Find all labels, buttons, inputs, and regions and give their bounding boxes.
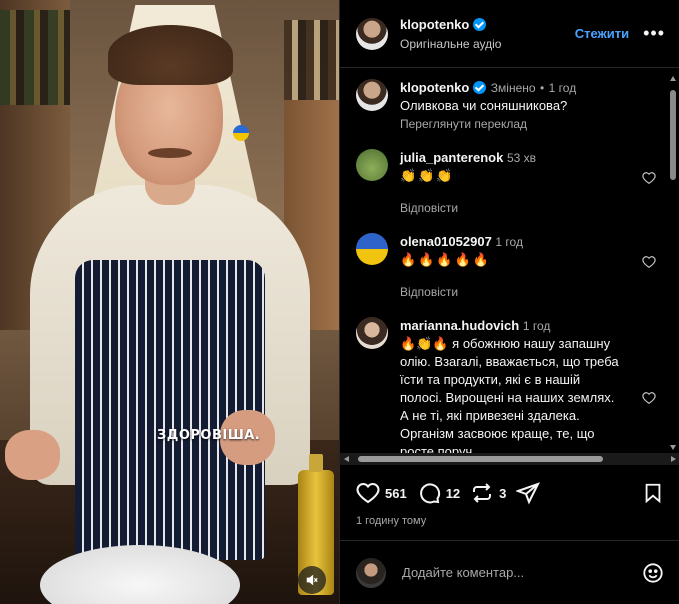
chef-hair bbox=[108, 25, 233, 85]
post-timestamp[interactable]: 1 годину тому bbox=[356, 515, 426, 527]
wine-bottles bbox=[0, 10, 70, 105]
post-caption: klopotenko Змінено • 1 год Оливкова чи с… bbox=[340, 69, 679, 131]
caption-username[interactable]: klopotenko bbox=[400, 80, 469, 95]
audio-label[interactable]: Оригінальне аудіо bbox=[400, 37, 575, 51]
verified-badge-icon bbox=[473, 81, 487, 94]
follow-button[interactable]: Стежити bbox=[575, 26, 629, 41]
action-bar: 561 12 3 bbox=[356, 478, 666, 508]
reply-button[interactable]: Відповісти bbox=[400, 285, 625, 299]
meta-separator: • bbox=[540, 81, 545, 95]
vertical-scrollbar[interactable] bbox=[669, 72, 677, 452]
comment-item: olena01052907 1 год 🔥🔥🔥🔥🔥 Відповісти bbox=[356, 233, 664, 299]
comment-time[interactable]: 1 год bbox=[523, 319, 551, 333]
reposts-count: 3 bbox=[499, 485, 507, 501]
heart-outline-icon[interactable] bbox=[642, 391, 656, 405]
commenter-avatar[interactable] bbox=[356, 233, 388, 265]
horizontal-scrollbar[interactable] bbox=[340, 453, 679, 465]
comment-text: 🔥👏🔥 я обожнюю нашу запашну олію. Взагалі… bbox=[400, 336, 619, 454]
author-username-row[interactable]: klopotenko bbox=[400, 17, 487, 32]
heart-outline-icon[interactable] bbox=[642, 255, 656, 269]
likes-count[interactable]: 561 bbox=[385, 486, 407, 501]
commenter-username[interactable]: julia_panterenok bbox=[400, 150, 503, 165]
chef-apron bbox=[75, 260, 265, 560]
comments-list[interactable]: klopotenko Змінено • 1 год Оливкова чи с… bbox=[340, 69, 679, 454]
repost-icon bbox=[473, 483, 492, 503]
horizontal-scroll-thumb[interactable] bbox=[358, 456, 603, 462]
comment-text: 🔥🔥🔥🔥🔥 bbox=[400, 252, 491, 267]
author-avatar[interactable] bbox=[356, 17, 388, 50]
caption-username-row: klopotenko bbox=[400, 80, 487, 95]
heart-icon bbox=[356, 483, 380, 504]
chef-mustache bbox=[148, 148, 192, 158]
repost-button[interactable]: 3 bbox=[470, 481, 506, 505]
share-button[interactable] bbox=[516, 481, 541, 505]
author-info: klopotenko Оригінальне аудіо bbox=[400, 16, 575, 51]
caption-time[interactable]: 1 год bbox=[549, 81, 577, 95]
scroll-up-arrow-icon[interactable] bbox=[670, 76, 676, 81]
commenter-username[interactable]: olena01052907 bbox=[400, 234, 492, 249]
comment-item: julia_panterenok 53 хв 👏👏👏 Відповісти bbox=[356, 149, 664, 215]
bottles-right bbox=[284, 20, 339, 100]
edited-label: Змінено bbox=[490, 81, 536, 95]
commenter-avatar[interactable] bbox=[356, 149, 388, 181]
comment-time[interactable]: 1 год bbox=[495, 235, 523, 249]
speaker-muted-icon bbox=[306, 574, 318, 586]
scroll-left-arrow-icon[interactable] bbox=[344, 456, 349, 462]
emoji-icon[interactable] bbox=[642, 562, 664, 584]
chef-hand-left bbox=[5, 430, 60, 480]
comment-text: 👏👏👏 bbox=[400, 168, 455, 183]
comment-bubble-icon bbox=[419, 483, 440, 504]
scroll-right-arrow-icon[interactable] bbox=[671, 456, 676, 462]
caption-text: Оливкова чи соняшникова? bbox=[400, 98, 568, 113]
bookmark-icon[interactable] bbox=[642, 482, 664, 504]
verified-badge-icon bbox=[473, 18, 487, 31]
ukraine-heart-sticker bbox=[233, 125, 249, 141]
current-user-avatar bbox=[356, 557, 386, 588]
reply-button[interactable]: Відповісти bbox=[400, 201, 625, 215]
post-sidebar: klopotenko Оригінальне аудіо Стежити •••… bbox=[339, 0, 679, 604]
comments-count: 12 bbox=[445, 485, 461, 501]
paper-plane-icon bbox=[516, 482, 541, 505]
commenter-username[interactable]: marianna.hudovich bbox=[400, 318, 519, 333]
comment-composer bbox=[340, 541, 679, 604]
mute-button[interactable] bbox=[298, 566, 326, 594]
like-button[interactable]: 561 bbox=[356, 481, 407, 505]
heart-outline-icon[interactable] bbox=[642, 171, 656, 185]
author-username[interactable]: klopotenko bbox=[400, 17, 469, 32]
comment-time[interactable]: 53 хв bbox=[507, 151, 536, 165]
comment-button[interactable]: 12 bbox=[417, 481, 460, 505]
commenter-avatar[interactable] bbox=[356, 317, 388, 349]
video-caption-overlay: ЗДОРОВІША. bbox=[157, 428, 261, 443]
comment-input[interactable] bbox=[402, 565, 642, 580]
post-header: klopotenko Оригінальне аудіо Стежити ••• bbox=[340, 0, 679, 68]
caption-author-avatar[interactable] bbox=[356, 79, 388, 111]
reel-video[interactable]: ЗДОРОВІША. bbox=[0, 0, 339, 604]
scroll-down-arrow-icon[interactable] bbox=[670, 445, 676, 450]
comment-item: marianna.hudovich 1 год 🔥👏🔥 я обожнюю на… bbox=[356, 317, 664, 454]
more-options-icon[interactable]: ••• bbox=[643, 23, 665, 44]
see-translation-link[interactable]: Переглянути переклад bbox=[400, 117, 576, 131]
vertical-scroll-thumb[interactable] bbox=[670, 90, 676, 180]
